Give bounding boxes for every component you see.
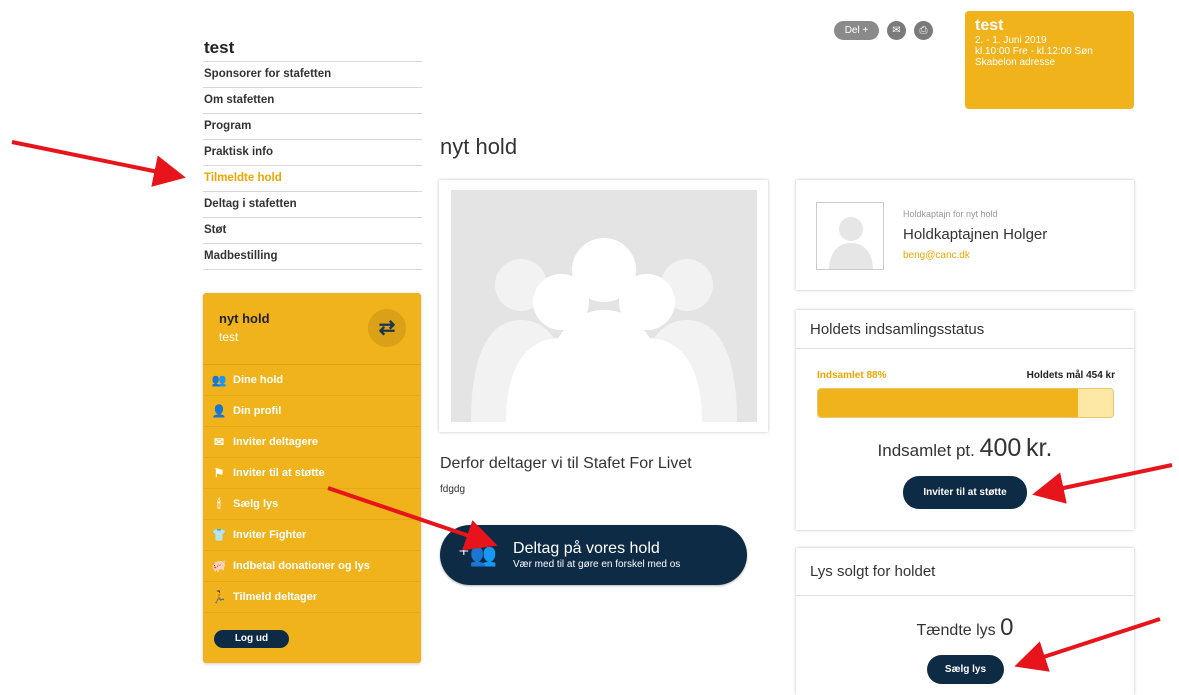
menu-item-sell-lights[interactable]: 🕯 Sælg lys xyxy=(203,489,421,520)
nav-item-food-order[interactable]: Madbestilling xyxy=(203,244,422,270)
captain-label: Holdkaptajn for nyt hold xyxy=(903,209,998,219)
lights-count-label: Tændte lys xyxy=(916,622,996,639)
runner-icon: 🏃 xyxy=(211,590,227,604)
page: test Sponsorer for stafetten Om stafette… xyxy=(0,0,1179,695)
join-team-button[interactable]: ⁺👥 Deltag på vores hold Vær med til at g… xyxy=(440,525,747,585)
menu-item-your-profile[interactable]: 👤 Din profil xyxy=(203,396,421,427)
progress-bar xyxy=(817,388,1114,418)
join-team-button-sublabel: Vær med til at gøre en forskel med os xyxy=(513,559,681,570)
menu-item-label: Din profil xyxy=(233,405,282,417)
team-photo-placeholder xyxy=(451,190,757,422)
avatar xyxy=(816,202,884,270)
menu-item-invite-fighter[interactable]: 👕 Inviter Fighter xyxy=(203,520,421,551)
menu-item-your-teams[interactable]: 👥 Dine hold xyxy=(203,365,421,396)
nav-item-support[interactable]: Støt xyxy=(203,218,422,244)
menu-item-pay-donations[interactable]: 🐖 Indbetal donationer og lys xyxy=(203,551,421,582)
sell-lights-button[interactable]: Sælg lys xyxy=(927,655,1004,684)
add-group-icon: ⁺👥 xyxy=(458,542,498,567)
goal-label: Holdets mål 454 kr xyxy=(1026,370,1115,381)
share-toolbar: Del + ✉ ⎙ xyxy=(834,21,933,40)
nav-item-registered-teams[interactable]: Tilmeldte hold xyxy=(203,166,422,192)
menu-item-label: Inviter til at støtte xyxy=(233,467,325,479)
candle-icon: 🕯 xyxy=(217,496,221,511)
person-icon: 👤 xyxy=(211,404,227,418)
swap-arrows-icon[interactable]: ⇄ xyxy=(368,309,406,347)
menu-item-label: Tilmeld deltager xyxy=(233,591,318,603)
nav-item-sponsors[interactable]: Sponsorer for stafetten xyxy=(203,62,422,88)
group-silhouette-icon xyxy=(451,190,757,422)
captain-card: Holdkaptajn for nyt hold Holdkaptajnen H… xyxy=(796,180,1134,290)
menu-item-invite-participants[interactable]: ✉ Inviter deltagere xyxy=(203,427,421,458)
event-date: 2. - 1. Juni 2019 xyxy=(975,35,1047,46)
event-time: kl.10:00 Fre - kl.12:00 Søn xyxy=(975,46,1093,57)
lights-sold-card: Lys solgt for holdet Tændte lys 0 Sælg l… xyxy=(796,548,1134,695)
arrow-to-registered-teams xyxy=(11,140,186,187)
menu-item-label: Indbetal donationer og lys xyxy=(233,560,370,572)
lights-count: Tændte lys 0 xyxy=(796,614,1134,642)
menu-item-label: Dine hold xyxy=(233,374,284,386)
team-panel: nyt hold test ⇄ 👥 Dine hold 👤 Din profil ✉… xyxy=(203,293,421,663)
print-icon[interactable]: ⎙ xyxy=(914,21,933,40)
mail-icon[interactable]: ✉ xyxy=(887,21,906,40)
piggy-bank-icon: 🐖 xyxy=(211,559,227,573)
invite-support-button[interactable]: Inviter til at støtte xyxy=(903,476,1027,509)
why-title: Derfor deltager vi til Stafet For Livet xyxy=(440,455,692,472)
lights-count-value: 0 xyxy=(1000,614,1014,641)
nav-item-about[interactable]: Om stafetten xyxy=(203,88,422,114)
collected-unit: kr. xyxy=(1026,434,1053,462)
nav-item-practical-info[interactable]: Praktisk info xyxy=(203,140,422,166)
group-icon: 👥 xyxy=(211,373,227,387)
collected-prefix: Indsamlet pt. xyxy=(877,441,975,460)
join-team-button-label: Deltag på vores hold xyxy=(513,540,660,557)
page-title: nyt hold xyxy=(440,134,518,159)
menu-item-invite-support[interactable]: ⚑ Inviter til at støtte xyxy=(203,458,421,489)
person-silhouette-icon xyxy=(817,203,883,269)
logout-button[interactable]: Log ud xyxy=(214,630,289,648)
collected-value: 400 xyxy=(979,434,1022,462)
team-menu: 👥 Dine hold 👤 Din profil ✉ Inviter deltager… xyxy=(203,365,421,613)
share-button[interactable]: Del + xyxy=(834,21,879,40)
captain-name: Holdkaptajnen Holger xyxy=(903,226,1048,243)
event-address: Skabelon adresse xyxy=(975,57,1056,68)
site-nav: Sponsorer for stafetten Om stafetten Pro… xyxy=(203,61,422,270)
nav-item-program[interactable]: Program xyxy=(203,114,422,140)
team-photo-card xyxy=(439,180,768,432)
collected-amount: Indsamlet pt. 400 kr. xyxy=(796,434,1134,463)
flag-icon: ⚑ xyxy=(213,466,225,480)
nav-item-participate[interactable]: Deltag i stafetten xyxy=(203,192,422,218)
lights-title: Lys solgt for holdet xyxy=(796,548,1134,596)
status-title: Holdets indsamlingsstatus xyxy=(796,310,1134,349)
menu-item-register-participant[interactable]: 🏃 Tilmeld deltager xyxy=(203,582,421,613)
site-title: test xyxy=(204,38,235,57)
menu-item-label: Sælg lys xyxy=(233,498,279,510)
event-title: test xyxy=(975,17,1004,34)
event-info-box: test 2. - 1. Juni 2019 kl.10:00 Fre - kl… xyxy=(965,11,1134,109)
menu-item-label: Inviter deltagere xyxy=(233,436,318,448)
join-team-button-text: Deltag på vores hold Vær med til at gøre… xyxy=(513,540,680,570)
shirt-icon: 👕 xyxy=(211,528,227,542)
fundraising-status-card: Holdets indsamlingsstatus Indsamlet 88% … xyxy=(796,310,1134,530)
menu-item-label: Inviter Fighter xyxy=(233,529,307,541)
captain-email-link[interactable]: beng@canc.dk xyxy=(903,250,970,261)
progress-bar-fill xyxy=(818,389,1078,417)
envelope-icon: ✉ xyxy=(213,435,225,449)
why-text: fdgdg xyxy=(440,484,466,495)
collected-percent-label: Indsamlet 88% xyxy=(817,370,887,381)
team-panel-header: nyt hold test ⇄ xyxy=(203,293,421,365)
